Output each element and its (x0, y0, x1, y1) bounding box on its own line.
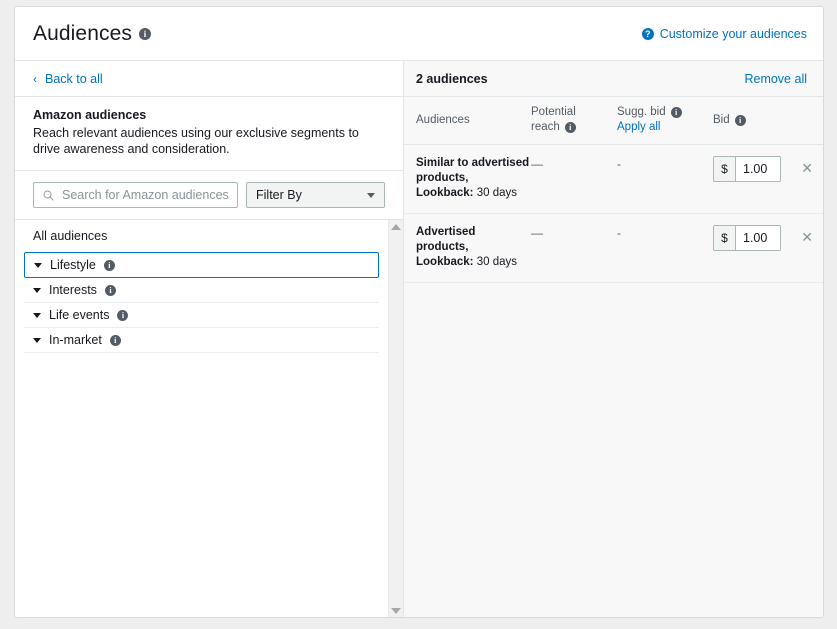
column-header-potential-reach: Potential reach i (531, 105, 617, 135)
lookback-value: 30 days (476, 187, 517, 199)
potential-reach-cell: — (531, 157, 543, 171)
category-item-interests[interactable]: Interests i (24, 278, 379, 303)
page-root: Audiences i ? Customize your audiences ‹… (0, 0, 837, 629)
audience-name: Advertised products, (416, 226, 476, 253)
bid-cell: $ ✕ (713, 225, 823, 251)
selected-count-row: 2 audiences Remove all (404, 61, 823, 97)
potential-reach-cell: — (531, 226, 543, 240)
all-audiences-heading: All audiences (33, 229, 108, 243)
category-item-in-market[interactable]: In-market i (24, 328, 379, 353)
info-icon[interactable]: i (104, 284, 116, 296)
chevron-down-icon (33, 312, 41, 318)
chevron-down-icon (33, 337, 41, 343)
audience-name-cell: Advertised products, Lookback: 30 days (404, 225, 531, 270)
back-row: ‹ Back to all (15, 61, 403, 97)
audiences-count: 2 audiences (416, 71, 488, 86)
info-icon[interactable]: i (117, 309, 129, 321)
description-block: Amazon audiences Reach relevant audience… (15, 97, 403, 171)
column-header-potential-reach-line1: Potential (531, 106, 576, 118)
customize-audiences-label: Customize your audiences (659, 26, 807, 41)
sugg-bid-cell: - (617, 226, 621, 240)
column-header-sugg-bid: Sugg. bid i Apply all (617, 105, 713, 135)
chevron-down-icon (33, 287, 41, 293)
chevron-down-icon (34, 262, 42, 268)
filter-by-label: Filter By (256, 188, 302, 202)
right-panel: 2 audiences Remove all Audiences Potenti… (404, 61, 823, 617)
category-label: Interests (49, 283, 97, 297)
audience-list: All audiences Lifestyle i Interests i Li… (15, 220, 388, 617)
column-header-sugg-bid-label: Sugg. bid (617, 106, 666, 118)
column-header-audiences: Audiences (416, 113, 470, 126)
currency-prefix: $ (714, 226, 736, 250)
category-item-lifestyle[interactable]: Lifestyle i (24, 252, 379, 278)
column-header-bid: Bid i (713, 113, 823, 128)
lookback-label: Lookback: (416, 256, 474, 268)
page-title: Audiences i (33, 22, 151, 46)
scroll-down-arrow-icon[interactable] (391, 608, 401, 614)
remove-audience-button[interactable]: ✕ (801, 225, 813, 249)
info-icon[interactable]: i (103, 259, 115, 271)
info-icon[interactable]: i (109, 334, 121, 346)
info-icon[interactable]: i (734, 114, 746, 126)
bid-input[interactable] (736, 226, 780, 250)
remove-all-link[interactable]: Remove all (744, 72, 807, 86)
category-label: Lifestyle (50, 258, 96, 272)
chevron-left-icon: ‹ (33, 71, 37, 86)
scroll-up-arrow-icon[interactable] (391, 224, 401, 230)
table-row: Advertised products, Lookback: 30 days —… (404, 214, 823, 283)
audience-list-scrollbar[interactable] (388, 220, 403, 617)
chevron-down-icon (367, 192, 375, 198)
filter-by-dropdown[interactable]: Filter By (246, 182, 385, 208)
column-header-bid-label: Bid (713, 113, 730, 126)
search-row: Filter By (15, 171, 403, 220)
audience-list-area: All audiences Lifestyle i Interests i Li… (15, 220, 403, 617)
question-circle-icon: ? (641, 27, 654, 40)
bid-input-group[interactable]: $ (713, 225, 781, 251)
remove-audience-button[interactable]: ✕ (801, 156, 813, 180)
lookback-label: Lookback: (416, 187, 474, 199)
bid-input-group[interactable]: $ (713, 156, 781, 182)
info-icon[interactable]: i (564, 122, 576, 133)
apply-all-link[interactable]: Apply all (617, 120, 713, 135)
right-panel-empty-space (404, 283, 823, 617)
info-icon[interactable]: i (670, 107, 682, 118)
back-to-all-link[interactable]: ‹ Back to all (33, 72, 103, 86)
card-header: Audiences i ? Customize your audiences (15, 7, 823, 61)
search-icon (43, 190, 54, 201)
audience-name-cell: Similar to advertised products, Lookback… (404, 156, 531, 201)
description-title: Amazon audiences (33, 108, 147, 122)
left-panel: ‹ Back to all Amazon audiences Reach rel… (15, 61, 404, 617)
column-header-potential-reach-line2: reach (531, 121, 560, 133)
bid-input[interactable] (736, 157, 780, 181)
description-text: Reach relevant audiences using our exclu… (33, 126, 359, 156)
category-item-life-events[interactable]: Life events i (24, 303, 379, 328)
table-header: Audiences Potential reach i Sugg. bid i (404, 97, 823, 145)
lookback-value: 30 days (476, 256, 517, 268)
info-icon[interactable]: i (138, 27, 151, 40)
back-to-all-label: Back to all (45, 71, 103, 86)
category-label: In-market (49, 333, 102, 347)
table-row: Similar to advertised products, Lookback… (404, 145, 823, 214)
audience-name: Similar to advertised products, (416, 157, 530, 184)
page-title-text: Audiences (33, 21, 132, 45)
bid-cell: $ ✕ (713, 156, 823, 182)
card-body: ‹ Back to all Amazon audiences Reach rel… (15, 61, 823, 617)
audiences-card: Audiences i ? Customize your audiences ‹… (14, 6, 824, 618)
currency-prefix: $ (714, 157, 736, 181)
search-input[interactable] (60, 187, 237, 203)
sugg-bid-cell: - (617, 157, 621, 171)
search-box[interactable] (33, 182, 238, 208)
customize-audiences-link[interactable]: ? Customize your audiences (641, 26, 807, 41)
category-label: Life events (49, 308, 110, 322)
